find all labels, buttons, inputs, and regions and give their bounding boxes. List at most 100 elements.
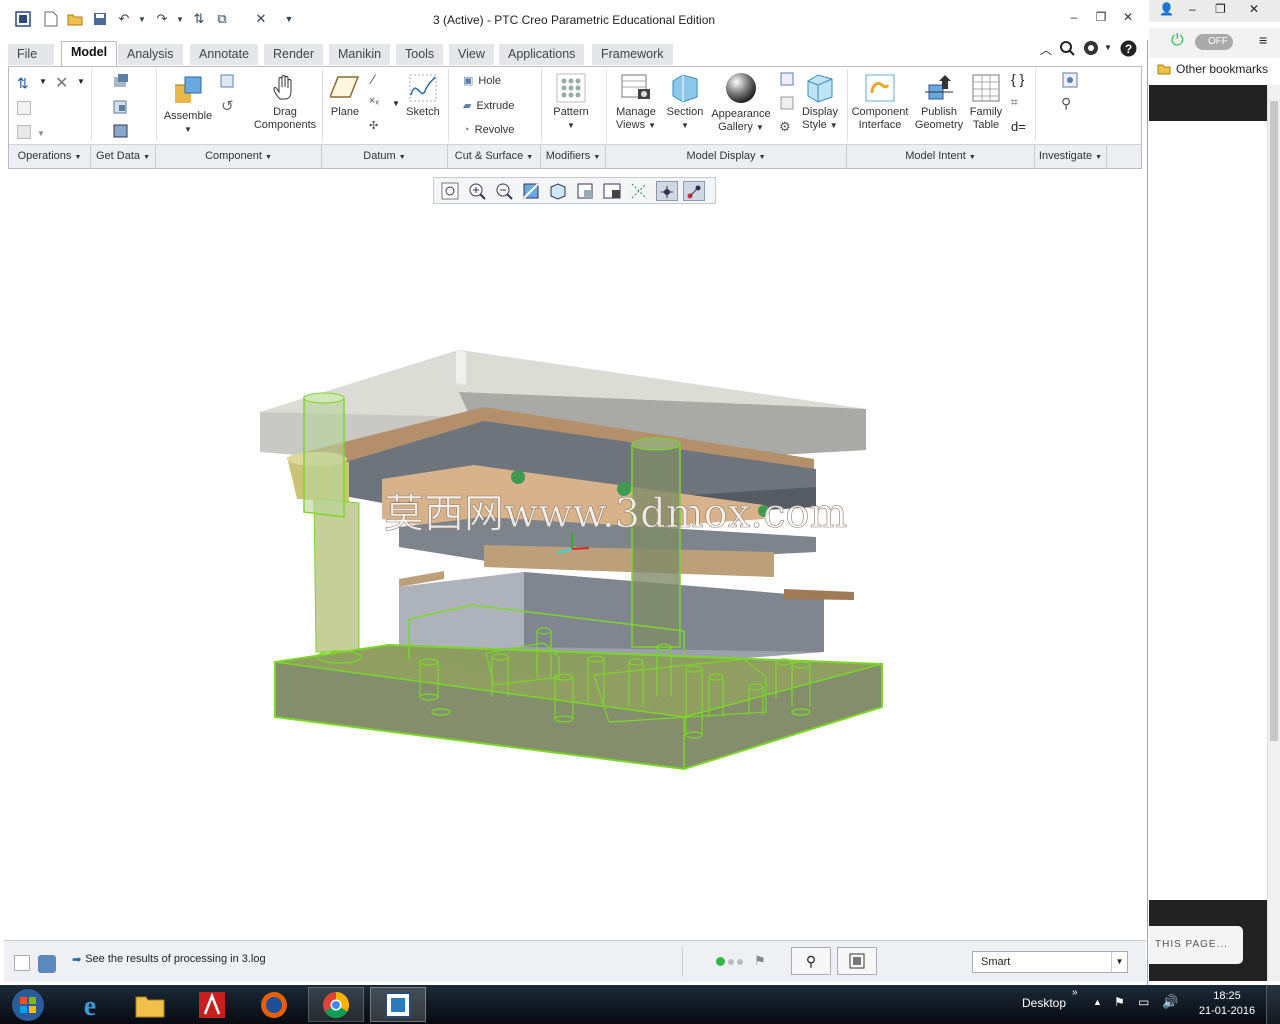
tab-annotate[interactable]: Annotate: [190, 44, 259, 65]
group-get-data[interactable]: Get Data ▼: [91, 145, 156, 169]
zoom-in-icon[interactable]: [467, 181, 489, 201]
display-settings-icon[interactable]: [779, 71, 795, 90]
view-manager-icon[interactable]: [602, 181, 624, 201]
copy-geometry-icon[interactable]: [112, 99, 130, 118]
hole-button[interactable]: ▣ Hole: [463, 74, 501, 88]
extension-toggle[interactable]: OFF: [1195, 34, 1233, 50]
plane-button[interactable]: Plane: [327, 73, 363, 119]
minimize-icon[interactable]: –: [1189, 2, 1196, 16]
tab-view[interactable]: View: [449, 44, 494, 65]
group-cut-surface[interactable]: Cut & Surface ▼: [448, 145, 541, 169]
user-defined-feature-icon[interactable]: [112, 73, 130, 92]
desktop-toolbar[interactable]: Desktop: [1022, 996, 1066, 1010]
internet-explorer-icon[interactable]: e: [62, 987, 118, 1022]
display-style-button[interactable]: Display Style ▼: [797, 73, 843, 132]
tab-framework[interactable]: Framework: [592, 44, 673, 65]
browser-toggle-icon[interactable]: [38, 955, 56, 973]
refit-icon[interactable]: [440, 181, 462, 201]
appearance-gallery-button[interactable]: Appearance Gallery ▼: [709, 71, 773, 134]
delete-icon[interactable]: ✕: [55, 73, 68, 93]
perspective-icon[interactable]: ⚙: [779, 119, 791, 135]
network-icon[interactable]: ▭: [1138, 995, 1149, 1009]
scene-icon[interactable]: [779, 95, 795, 114]
show-desktop-button[interactable]: [1266, 985, 1280, 1024]
group-operations[interactable]: Operations ▼: [9, 145, 91, 169]
axis-icon[interactable]: ⁄: [372, 71, 374, 87]
volume-icon[interactable]: 🔊: [1162, 994, 1178, 1010]
paste-icon[interactable]: [17, 125, 31, 139]
chrome-icon[interactable]: [308, 987, 364, 1022]
group-model-intent[interactable]: Model Intent ▼: [847, 145, 1035, 169]
tab-tools[interactable]: Tools: [396, 44, 444, 65]
start-button[interactable]: [0, 987, 56, 1022]
model-tree-toggle-icon[interactable]: [14, 955, 30, 971]
this-page-button[interactable]: THIS PAGE...: [1149, 926, 1243, 964]
tab-model[interactable]: Model: [61, 41, 117, 66]
creo-taskbar-icon[interactable]: [370, 987, 426, 1022]
relations-icon[interactable]: d=: [1011, 119, 1026, 134]
point-dropdown-icon[interactable]: ▼: [392, 99, 400, 108]
regenerate-model-icon[interactable]: ⇅: [17, 75, 29, 92]
user-icon[interactable]: 👤: [1159, 2, 1174, 16]
create-component-icon[interactable]: [219, 73, 235, 92]
zoom-out-icon[interactable]: [494, 181, 516, 201]
flag-icon[interactable]: ⚑: [754, 953, 766, 969]
saved-orientations-icon[interactable]: [575, 181, 597, 201]
point-icon[interactable]: ×ₓ: [369, 95, 379, 107]
selection-filter-icon[interactable]: [837, 947, 877, 975]
group-datum[interactable]: Datum ▼: [322, 145, 448, 169]
spin-center-icon[interactable]: [656, 181, 678, 201]
scrollbar-thumb[interactable]: [1270, 101, 1278, 741]
show-hidden-icons-icon[interactable]: ▲: [1093, 997, 1102, 1007]
reference-viewer-icon[interactable]: [1061, 71, 1079, 92]
repeat-icon[interactable]: ↺: [221, 97, 234, 115]
firefox-icon[interactable]: [246, 987, 302, 1022]
filter-dropdown[interactable]: Smart ▼: [972, 951, 1128, 973]
tab-analysis[interactable]: Analysis: [118, 44, 183, 65]
graphics-area[interactable]: 莫西网www.3dmox.com: [4, 207, 1144, 937]
extrude-button[interactable]: ▰ Extrude: [463, 99, 514, 113]
drag-components-button[interactable]: Drag Components: [253, 73, 317, 132]
parameters-icon[interactable]: { }: [1011, 71, 1024, 87]
group-investigate[interactable]: Investigate ▼: [1035, 145, 1107, 169]
assemble-button[interactable]: Assemble ▼: [161, 73, 215, 136]
delete-dropdown-icon[interactable]: ▼: [77, 77, 85, 86]
die-set-model[interactable]: 莫西网www.3dmox.com: [4, 207, 1144, 937]
group-component[interactable]: Component ▼: [156, 145, 322, 169]
tab-render[interactable]: Render: [264, 44, 323, 65]
action-center-icon[interactable]: ⚑: [1114, 995, 1125, 1009]
tab-manikin[interactable]: Manikin: [329, 44, 391, 65]
restore-icon[interactable]: ❐: [1215, 2, 1226, 16]
maximize-icon[interactable]: ❐: [1091, 10, 1111, 26]
copy-icon[interactable]: [17, 101, 31, 115]
scrollbar[interactable]: [1267, 85, 1280, 981]
regeneration-status[interactable]: [716, 957, 743, 966]
find-icon[interactable]: ⚲: [791, 947, 831, 975]
coordinate-system-icon[interactable]: ✣: [369, 119, 378, 132]
clock[interactable]: 18:25 21-01-2016: [1196, 989, 1258, 1019]
pattern-button[interactable]: Pattern ▼: [549, 73, 593, 132]
group-modifiers[interactable]: Modifiers ▼: [541, 145, 606, 169]
power-icon[interactable]: ⏻: [1171, 32, 1184, 50]
component-interface-button[interactable]: Component Interface: [849, 73, 911, 132]
autocad-icon[interactable]: [184, 987, 240, 1022]
file-explorer-icon[interactable]: [122, 987, 178, 1022]
section-button[interactable]: Section ▼: [663, 73, 707, 132]
bookmarks-folder[interactable]: Other bookmarks: [1157, 62, 1268, 76]
manage-views-button[interactable]: Manage Views ▼: [612, 73, 660, 132]
group-model-display[interactable]: Model Display ▼: [606, 145, 847, 169]
family-table-button[interactable]: Family Table: [966, 73, 1006, 132]
chevron-right-icon[interactable]: »: [1072, 987, 1078, 998]
shrinkwrap-icon[interactable]: [112, 123, 130, 142]
regenerate-dropdown-icon[interactable]: ▼: [39, 77, 47, 86]
close-icon[interactable]: ✕: [1118, 10, 1138, 26]
model-player-icon[interactable]: ⚲: [1061, 95, 1071, 112]
switch-dimensions-icon[interactable]: ⌗: [1011, 95, 1018, 110]
display-style-toolbar-icon[interactable]: [548, 181, 570, 201]
paste-dropdown-icon[interactable]: ▼: [37, 129, 45, 138]
publish-geometry-button[interactable]: Publish Geometry: [912, 73, 966, 132]
menu-icon[interactable]: ≡: [1259, 32, 1267, 48]
repaint-icon[interactable]: [521, 181, 543, 201]
annotation-display-icon[interactable]: [683, 181, 705, 201]
close-icon[interactable]: ✕: [1249, 2, 1259, 16]
